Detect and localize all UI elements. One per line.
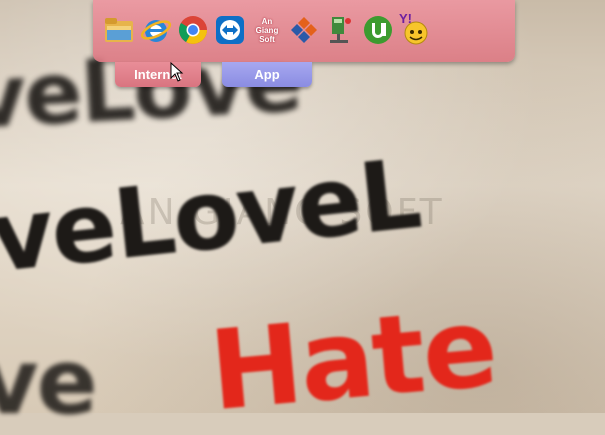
- yahoo-logo-text: Y!: [399, 11, 412, 26]
- internet-explorer-icon[interactable]: [140, 14, 172, 46]
- wallpaper-text-row: veLoveL: [0, 137, 425, 295]
- angiangsoft-icon[interactable]: An Giang Soft: [251, 14, 283, 46]
- launcher-dock: An Giang Soft Y!: [93, 0, 515, 62]
- mouse-cursor-icon: [170, 62, 184, 82]
- chrome-icon[interactable]: [177, 14, 209, 46]
- wallpaper-text-row: ve: [0, 330, 98, 435]
- angiangsoft-icon-line: Giang: [255, 25, 279, 35]
- app-cross-icon[interactable]: [288, 14, 320, 46]
- network-icon[interactable]: [325, 14, 357, 46]
- angiangsoft-icon-line: Soft: [259, 34, 275, 44]
- tab-internet[interactable]: Internet: [115, 62, 201, 87]
- utorrent-icon[interactable]: [362, 14, 394, 46]
- angiangsoft-icon-line: An: [261, 16, 273, 26]
- yahoo-messenger-icon[interactable]: Y!: [399, 11, 431, 46]
- tab-app[interactable]: App: [222, 62, 312, 87]
- wallpaper-hate-text: Hate: [204, 282, 501, 435]
- folder-icon[interactable]: [103, 14, 135, 46]
- teamviewer-icon[interactable]: [214, 14, 246, 46]
